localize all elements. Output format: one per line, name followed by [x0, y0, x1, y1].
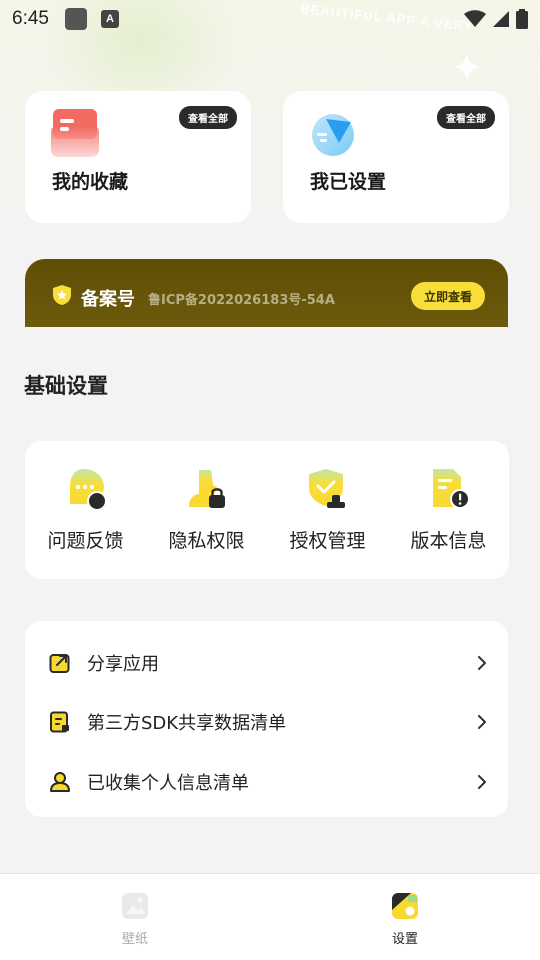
icp-number: 鲁ICP备2022026183号-54A	[148, 293, 335, 308]
nav-tab-wallpaper[interactable]: 壁纸	[0, 874, 270, 960]
list-item-personal-info[interactable]: 已收集个人信息清单	[25, 762, 508, 802]
view-now-button[interactable]: 立即查看	[411, 282, 485, 310]
list-item-label: 已收集个人信息清单	[87, 773, 249, 794]
authorization-icon	[308, 469, 345, 508]
nav-label: 设置	[391, 932, 418, 947]
favorites-card[interactable]: 查看全部 我的收藏	[25, 91, 251, 223]
favorites-card-icon	[51, 109, 99, 157]
grid-item-version[interactable]: 版本信息	[388, 441, 509, 579]
sparkle-icon	[452, 52, 482, 82]
shield-star-icon	[53, 285, 71, 305]
grid-item-label: 授权管理	[289, 530, 366, 552]
favorites-label: 我的收藏	[52, 171, 129, 193]
section-title: 基础设置	[24, 374, 108, 398]
view-all-button[interactable]: 查看全部	[437, 106, 495, 129]
personal-info-icon	[50, 772, 70, 792]
grid-item-label: 版本信息	[410, 530, 487, 552]
battery-icon	[516, 9, 528, 29]
chevron-right-icon	[478, 775, 486, 789]
settings-done-icon	[312, 114, 354, 156]
version-info-icon	[432, 469, 470, 509]
grid-item-label: 问题反馈	[47, 530, 124, 552]
bottom-nav: 壁纸 设置	[0, 873, 540, 960]
chevron-right-icon	[478, 656, 486, 670]
list-item-share-app[interactable]: 分享应用	[25, 643, 508, 683]
settings-done-card[interactable]: 查看全部 我已设置	[283, 91, 509, 223]
wifi-icon	[464, 10, 486, 27]
status-time: 6:45	[12, 8, 49, 29]
wallpaper-icon	[122, 893, 148, 919]
grid-item-label: 隐私权限	[168, 530, 245, 552]
app-badge-icon: A	[100, 10, 119, 28]
settings-tab-icon	[392, 893, 418, 919]
signal-icon	[493, 11, 509, 27]
grid-item-authorization[interactable]: 授权管理	[267, 441, 388, 579]
list-item-label: 第三方SDK共享数据清单	[87, 713, 287, 734]
status-bar: 6:45 A	[0, 0, 540, 38]
feedback-icon	[69, 469, 107, 511]
notification-square-icon	[64, 8, 87, 30]
view-all-button[interactable]: 查看全部	[179, 106, 237, 129]
icp-banner: 备案号 鲁ICP备2022026183号-54A 立即查看	[25, 259, 508, 327]
privacy-icon	[188, 470, 225, 508]
grid-item-privacy[interactable]: 隐私权限	[146, 441, 267, 579]
settings-list: 分享应用 第三方SDK共享数据清单 已收集个人信息清单	[25, 621, 508, 817]
nav-tab-settings[interactable]: 设置	[270, 874, 540, 960]
settings-done-label: 我已设置	[310, 171, 387, 193]
chevron-right-icon	[478, 715, 486, 729]
share-icon	[49, 654, 70, 673]
status-icons	[464, 9, 528, 29]
list-item-sdk-list[interactable]: 第三方SDK共享数据清单	[25, 702, 508, 742]
sdk-list-icon	[50, 711, 69, 733]
basic-settings-grid: 问题反馈 隐私权限 授权管理 版本信息	[25, 441, 509, 579]
nav-label: 壁纸	[121, 932, 148, 947]
grid-item-feedback[interactable]: 问题反馈	[25, 441, 146, 579]
list-item-label: 分享应用	[87, 654, 159, 675]
icp-title: 备案号	[81, 289, 135, 310]
